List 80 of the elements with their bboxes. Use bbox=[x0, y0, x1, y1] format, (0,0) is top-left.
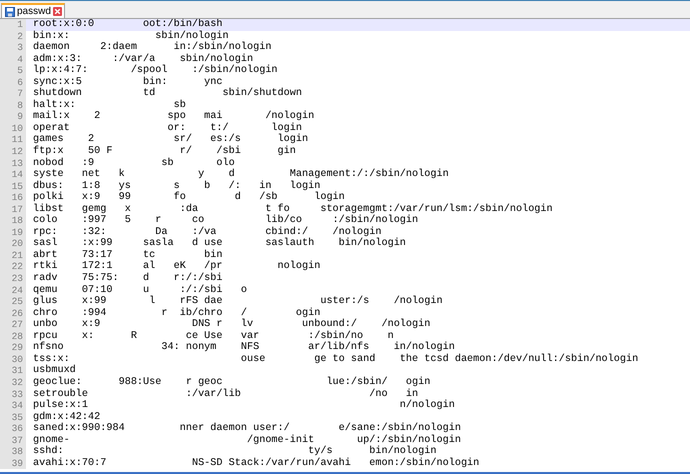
code-line: usbmuxd bbox=[33, 365, 76, 376]
line-number: 19 bbox=[0, 226, 26, 238]
line-number: 11 bbox=[0, 134, 26, 146]
code-line: nfsno 34: nonym NFS ar/lib/nfs in/nologin bbox=[33, 342, 455, 354]
line-number: 15 bbox=[0, 180, 26, 192]
line-number: 18 bbox=[0, 215, 26, 227]
line-number: 38 bbox=[0, 446, 26, 458]
line-number: 10 bbox=[0, 122, 26, 134]
code-line: tss:x: ouse ge to sand the tcsd daemon:/dev/null:/sbin/nologin bbox=[33, 354, 638, 365]
code-line: avahi:x:70:7 NS-SD Stack:/var/run/avahi emon:/sbin/nologin bbox=[33, 458, 480, 470]
code-line: pulse:x:1 n/nologin bbox=[33, 400, 455, 412]
line-number: 36 bbox=[0, 423, 26, 435]
close-icon[interactable] bbox=[52, 7, 62, 16]
line-number: 13 bbox=[0, 158, 26, 170]
line-number: 7 bbox=[0, 88, 26, 100]
code-line: games 2 sr/ es:/s login bbox=[33, 134, 308, 146]
line-number: 26 bbox=[0, 308, 26, 320]
line-number: 22 bbox=[0, 261, 26, 274]
file-tab[interactable]: passwd bbox=[1, 3, 65, 18]
code-line: dbus: 1:8 ys s b /: in login bbox=[33, 180, 320, 192]
line-number: 5 bbox=[0, 65, 26, 77]
line-number: 8 bbox=[0, 100, 26, 112]
line-number: 29 bbox=[0, 342, 26, 354]
code-line: nobod :9 sb olo bbox=[33, 158, 235, 169]
line-number: 3 bbox=[0, 42, 26, 54]
code-line: rtki 172:1 al eK /pr nologin bbox=[33, 261, 320, 272]
code-line: gdm:x:42:42 bbox=[33, 412, 100, 423]
line-number: 6 bbox=[0, 76, 26, 88]
line-number: 2 bbox=[0, 30, 26, 42]
code-line: unbo x:9 DNS r lv unbound:/ /nologin bbox=[33, 319, 430, 330]
code-line: colo :997 5 r co lib/co :/sbin/nologin bbox=[33, 215, 418, 226]
code-line: setrouble :/var/lib /no in bbox=[33, 388, 418, 400]
line-number: 25 bbox=[0, 296, 26, 308]
code-line: halt:x: sb bbox=[33, 100, 186, 111]
save-icon bbox=[5, 6, 15, 16]
code-line: geoclue: 988:Use r geoc lue:/sbin/ ogin bbox=[33, 376, 430, 388]
line-number: 34 bbox=[0, 400, 26, 412]
line-number: 30 bbox=[0, 354, 26, 366]
line-number: 24 bbox=[0, 284, 26, 296]
code-line: syste net k y d Management:/:/sbin/nologin bbox=[33, 169, 449, 180]
line-number: 12 bbox=[0, 146, 26, 158]
code-line: bin:x: sbin/nologin bbox=[33, 30, 229, 42]
code-line: libst gemg x :da t fo storagemgmt:/var/run/lsm:/sbin/nologin bbox=[33, 204, 553, 215]
code-line: radv 75:75: d r:/:/sbi bbox=[33, 273, 223, 284]
code-line: gnome- /gnome-init up/:/sbin/nologin bbox=[33, 434, 461, 446]
line-number: 37 bbox=[0, 434, 26, 446]
code-line: operat or: t:/ login bbox=[33, 122, 302, 134]
line-number: 1 bbox=[0, 19, 26, 31]
code-line: abrt 73:17 tc bin bbox=[33, 250, 223, 261]
code-line: sync:x:5 bin: ync bbox=[33, 76, 223, 88]
line-number: 20 bbox=[0, 238, 26, 250]
line-number: 14 bbox=[0, 169, 26, 181]
code-line: sasl :x:99 sasla d use saslauth bin/nologin bbox=[33, 238, 406, 250]
line-number: 27 bbox=[0, 319, 26, 331]
code-line: adm:x:3: :/var/a sbin/nologin bbox=[33, 54, 254, 65]
line-number: 33 bbox=[0, 388, 26, 400]
line-number: 17 bbox=[0, 204, 26, 216]
code-line: shutdown td sbin/shutdown bbox=[33, 88, 302, 100]
line-number: 28 bbox=[0, 330, 26, 342]
line-number: 31 bbox=[0, 365, 26, 377]
line-number: 23 bbox=[0, 273, 26, 285]
line-number: 4 bbox=[0, 54, 26, 66]
line-number: 35 bbox=[0, 412, 26, 424]
line-number: 9 bbox=[0, 111, 26, 123]
code-line: sshd: ty/s bin/nologin bbox=[33, 446, 436, 458]
code-line: qemu 07:10 u :/:/sbi o bbox=[33, 284, 247, 296]
code-line: ftp:x 50 F r/ /sbi gin bbox=[33, 146, 296, 158]
line-number: 16 bbox=[0, 192, 26, 204]
code-line: saned:x:990:984 nner daemon user:/ e/sane:/sbin/nologin bbox=[33, 423, 461, 434]
code-line: mail:x 2 spo mai /nologin bbox=[33, 111, 314, 122]
code-line: lp:x:4:7: /spool :/sbin/nologin bbox=[33, 65, 278, 76]
line-number: 32 bbox=[0, 376, 26, 388]
code-line: daemon 2:daem in:/sbin/nologin bbox=[33, 42, 272, 54]
code-line: rpcu x: R ce Use var :/sbin/no n bbox=[33, 330, 394, 342]
line-number: 39 bbox=[0, 458, 26, 470]
code-line: rpc: :32: Da :/va cbind:/ /nologin bbox=[33, 226, 382, 238]
code-line: polki x:9 99 fo d /sb login bbox=[33, 192, 345, 204]
code-line: glus x:99 l rFS dae uster:/s /nologin bbox=[33, 296, 443, 308]
code-line: chro :994 r ib/chro / ogin bbox=[33, 308, 320, 319]
line-number: 21 bbox=[0, 250, 26, 262]
